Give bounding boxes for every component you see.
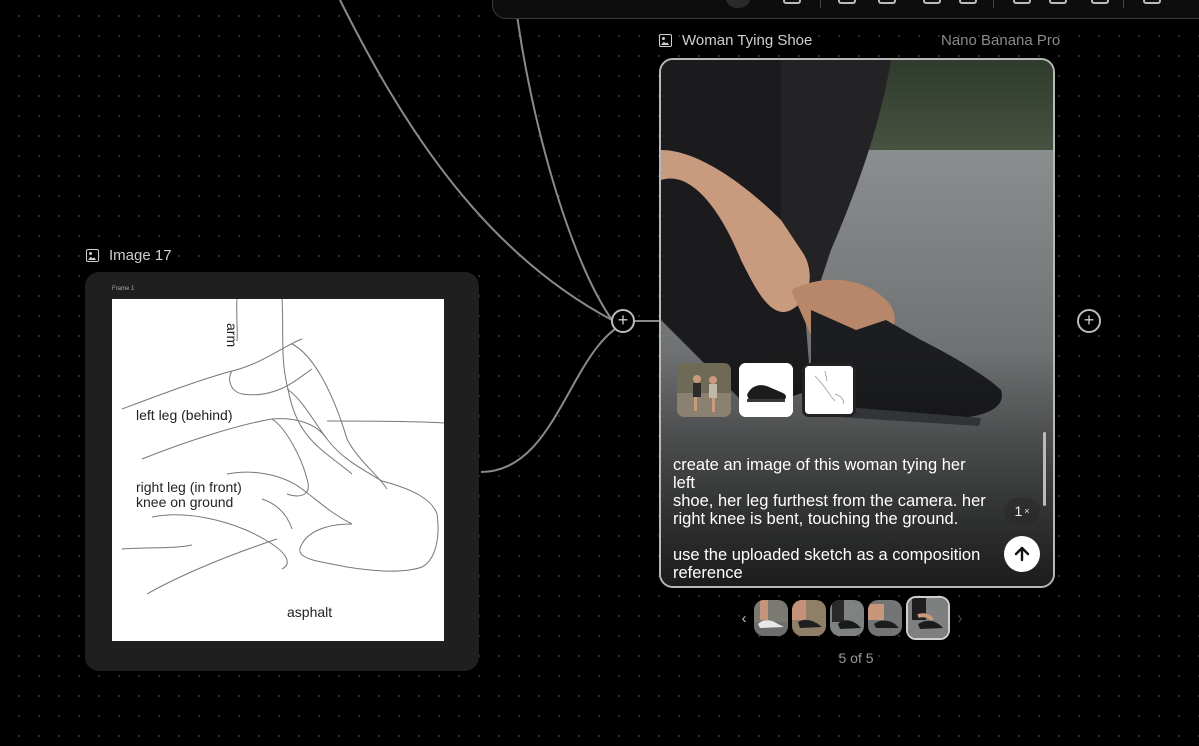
output-add-port[interactable]: + — [1077, 309, 1101, 333]
carousel-thumbnail[interactable] — [868, 600, 902, 636]
carousel-counter: 5 of 5 — [838, 650, 874, 666]
sketch-label-right-leg: right leg (in front) knee on ground — [136, 479, 242, 510]
main-node-title: Woman Tying Shoe — [682, 32, 813, 49]
output-count-symbol: × — [1024, 506, 1030, 516]
chevron-right-icon[interactable]: › — [953, 610, 967, 627]
image-icon — [659, 34, 672, 47]
frame-label: Frame 1 — [112, 286, 135, 292]
sketch-drawing — [121, 299, 444, 595]
toolbar-add-icon[interactable] — [923, 0, 941, 4]
toolbar-separator — [1123, 0, 1124, 8]
sketch-image: arm left leg (behind) right leg (in fron… — [112, 299, 444, 641]
main-node-header[interactable]: Woman Tying Shoe — [659, 32, 812, 49]
result-carousel: ‹ › — [737, 596, 967, 640]
toolbar-active-tool[interactable] — [725, 0, 751, 8]
toolbar-separator — [820, 0, 821, 8]
sketch-label-arm: arm — [224, 323, 240, 348]
send-button[interactable] — [1004, 536, 1040, 572]
carousel-thumbnail[interactable] — [830, 600, 864, 636]
image-icon — [86, 249, 99, 262]
toolbar-more-icon[interactable] — [1143, 0, 1161, 4]
prompt-text[interactable]: create an image of this woman tying her … — [673, 456, 991, 582]
sketch-label-asphalt: asphalt — [287, 604, 333, 620]
prompt-scrollbar[interactable] — [1043, 432, 1046, 506]
left-node-header[interactable]: Image 17 — [86, 247, 172, 264]
output-count-button[interactable]: 1 × — [1004, 498, 1040, 524]
left-node-title: Image 17 — [109, 247, 172, 264]
toolbar-doc-icon[interactable] — [959, 0, 977, 4]
toolbar-tool-icon[interactable] — [783, 0, 801, 4]
toolbar-separator — [993, 0, 994, 8]
chevron-left-icon[interactable]: ‹ — [737, 610, 751, 627]
arrow-up-icon — [1014, 546, 1030, 562]
output-count-value: 1 — [1014, 503, 1023, 519]
toolbar-link-icon[interactable] — [878, 0, 896, 4]
sketch-label-left-leg: left leg (behind) — [136, 407, 233, 423]
toolbar-history-icon[interactable] — [1091, 0, 1109, 4]
carousel-thumbnail[interactable] — [792, 600, 826, 636]
toolbar-edit-icon[interactable] — [1049, 0, 1067, 4]
toolbar-image-icon[interactable] — [1013, 0, 1031, 4]
toolbar-chart-icon[interactable] — [838, 0, 856, 4]
input-add-port[interactable]: + — [611, 309, 635, 333]
carousel-thumbnail[interactable] — [754, 600, 788, 636]
model-label[interactable]: Nano Banana Pro — [941, 32, 1060, 49]
reference-thumbnail-sketch[interactable] — [802, 363, 856, 417]
sketch-node-card[interactable]: Frame 1 arm left leg (behind) right leg … — [85, 272, 479, 671]
generated-image-card[interactable]: create an image of this woman tying her … — [659, 58, 1055, 588]
carousel-thumbnail-active[interactable] — [906, 596, 950, 640]
top-toolbar — [492, 0, 1199, 19]
reference-thumbnail-runners[interactable] — [677, 363, 731, 417]
reference-thumbnail-shoe[interactable] — [739, 363, 793, 417]
